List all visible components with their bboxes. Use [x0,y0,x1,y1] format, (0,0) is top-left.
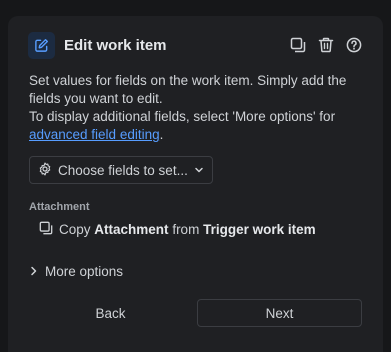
description: Set values for fields on the work item. … [29,72,359,144]
panel-header: Edit work item [28,31,363,59]
edit-work-item-panel: Edit work item Set values for fields on … [8,16,383,352]
page-title: Edit work item [64,36,167,54]
more-options-toggle[interactable]: More options [30,264,123,279]
copy-value-row[interactable]: Copy Attachment from Trigger work item [39,221,316,238]
description-line2-end: . [159,127,164,142]
help-icon[interactable] [345,36,363,54]
more-options-label: More options [45,264,124,279]
description-line2: To display additional fields, select 'Mo… [29,109,336,124]
delete-icon[interactable] [317,36,335,54]
description-line1: Set values for fields on the work item. … [29,73,347,106]
chevron-right-icon [30,264,38,279]
next-button[interactable]: Next [197,299,362,327]
duplicate-icon[interactable] [289,36,307,54]
copy-icon [39,221,53,238]
gear-icon [38,161,52,179]
choose-fields-dropdown[interactable]: Choose fields to set... [29,156,213,184]
header-actions [289,36,363,54]
choose-fields-label: Choose fields to set... [58,162,188,178]
copy-value-text: Copy Attachment from Trigger work item [59,222,316,237]
edit-icon [28,31,55,59]
attachment-field-label: Attachment [29,201,90,213]
chevron-down-icon [194,163,204,178]
advanced-field-editing-link[interactable]: advanced field editing [29,127,160,142]
back-button[interactable]: Back [29,299,192,327]
